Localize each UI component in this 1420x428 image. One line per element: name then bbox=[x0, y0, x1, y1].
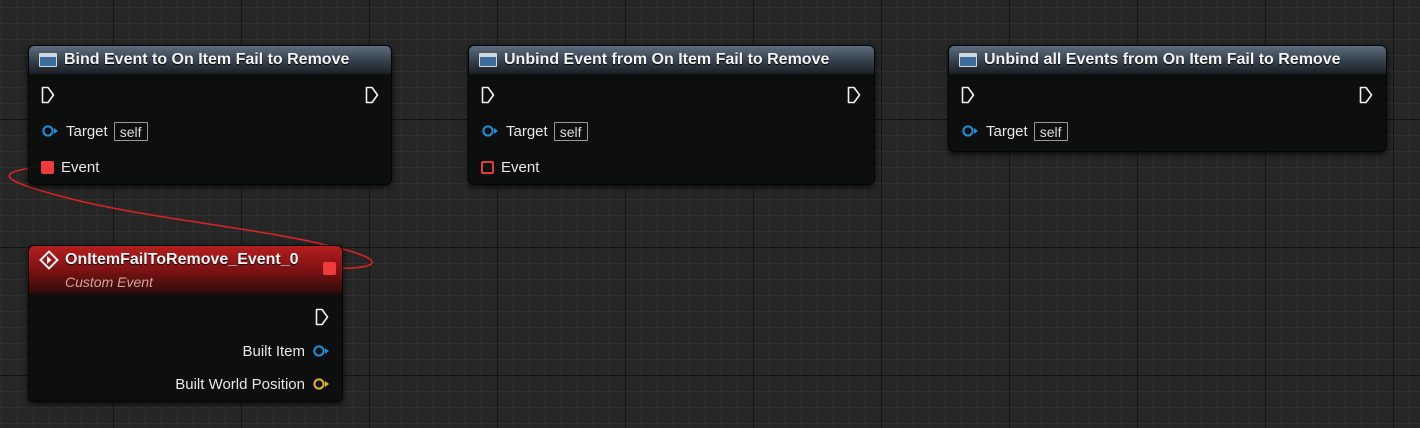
target-self-default[interactable]: self bbox=[113, 121, 148, 141]
unbind-all-events-header[interactable]: Unbind all Events from On Item Fail to R… bbox=[949, 46, 1386, 74]
target-label: Target bbox=[66, 122, 108, 140]
exec-out-pin-icon[interactable] bbox=[365, 86, 379, 104]
built-item-label: Built Item bbox=[242, 342, 305, 360]
exec-out-pin-icon[interactable] bbox=[315, 308, 329, 326]
target-label: Target bbox=[986, 122, 1028, 140]
object-pin-icon[interactable] bbox=[41, 125, 59, 137]
delegate-pin-icon[interactable] bbox=[481, 160, 494, 174]
object-pin-icon[interactable] bbox=[312, 345, 330, 357]
custom-event-title: OnItemFailToRemove_Event_0 bbox=[65, 251, 299, 268]
function-icon bbox=[39, 53, 57, 67]
target-self-default[interactable]: self bbox=[553, 121, 588, 141]
exec-out-pin-icon[interactable] bbox=[847, 86, 861, 104]
target-pin-row: Target self bbox=[41, 121, 148, 141]
exec-in-pin-icon[interactable] bbox=[481, 86, 495, 104]
target-self-default[interactable]: self bbox=[1033, 121, 1068, 141]
custom-event-icon bbox=[39, 250, 59, 270]
bind-event-header[interactable]: Bind Event to On Item Fail to Remove bbox=[29, 46, 391, 74]
custom-event-subtitle: Custom Event bbox=[65, 274, 153, 290]
unbind-event-node[interactable]: Unbind Event from On Item Fail to Remove… bbox=[468, 45, 875, 185]
unbind-all-events-title: Unbind all Events from On Item Fail to R… bbox=[984, 51, 1341, 68]
function-icon bbox=[479, 53, 497, 67]
event-label: Event bbox=[501, 158, 540, 176]
event-pin-row: Event bbox=[481, 157, 539, 177]
built-world-position-pin-row: Built World Position bbox=[175, 374, 330, 394]
unbind-all-events-node[interactable]: Unbind all Events from On Item Fail to R… bbox=[948, 45, 1387, 152]
object-pin-icon[interactable] bbox=[481, 125, 499, 137]
custom-event-node[interactable]: OnItemFailToRemove_Event_0 Custom Event … bbox=[28, 245, 343, 402]
event-pin-row: Event bbox=[41, 157, 99, 177]
unbind-event-title: Unbind Event from On Item Fail to Remove bbox=[504, 51, 830, 68]
unbind-event-header[interactable]: Unbind Event from On Item Fail to Remove bbox=[469, 46, 874, 74]
exec-out-pin-icon[interactable] bbox=[1359, 86, 1373, 104]
bind-event-node[interactable]: Bind Event to On Item Fail to Remove Tar… bbox=[28, 45, 392, 185]
event-label: Event bbox=[61, 158, 100, 176]
target-pin-row: Target self bbox=[961, 121, 1068, 141]
target-pin-row: Target self bbox=[481, 121, 588, 141]
function-icon bbox=[959, 53, 977, 67]
target-label: Target bbox=[506, 122, 548, 140]
event-delegate-pin-icon[interactable] bbox=[323, 262, 336, 275]
vector-pin-icon[interactable] bbox=[312, 378, 330, 390]
custom-event-header[interactable]: OnItemFailToRemove_Event_0 Custom Event bbox=[29, 246, 342, 294]
built-item-pin-row: Built Item bbox=[242, 341, 330, 361]
exec-in-pin-icon[interactable] bbox=[961, 86, 975, 104]
exec-in-pin-icon[interactable] bbox=[41, 86, 55, 104]
delegate-pin-icon[interactable] bbox=[41, 160, 54, 174]
built-world-position-label: Built World Position bbox=[175, 375, 305, 393]
object-pin-icon[interactable] bbox=[961, 125, 979, 137]
bind-event-title: Bind Event to On Item Fail to Remove bbox=[64, 51, 350, 68]
blueprint-graph-canvas[interactable]: Bind Event to On Item Fail to Remove Tar… bbox=[0, 0, 1420, 428]
